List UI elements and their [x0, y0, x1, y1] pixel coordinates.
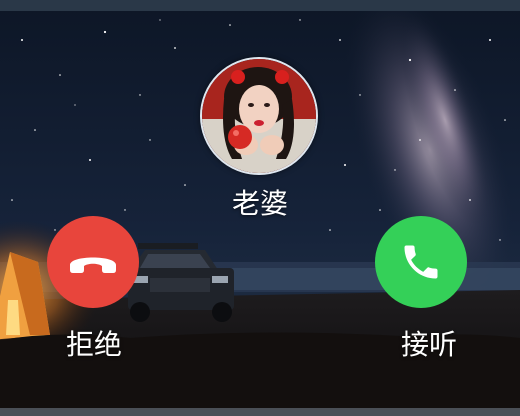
phone-answer-icon [404, 245, 438, 279]
caller-avatar [200, 57, 318, 175]
phone-hangup-icon [70, 257, 116, 273]
top-status-bar [0, 0, 520, 11]
decline-label: 拒绝 [65, 328, 122, 361]
caller-name: 老婆 [231, 187, 288, 220]
accept-call-button[interactable] [375, 216, 467, 308]
accept-label: 接听 [400, 328, 457, 361]
decline-call-button[interactable] [47, 216, 139, 308]
contact-avatar-photo [202, 59, 316, 173]
incoming-call-screen: 老婆 拒绝 接听 [0, 0, 520, 416]
bottom-edge-bar [0, 408, 520, 416]
